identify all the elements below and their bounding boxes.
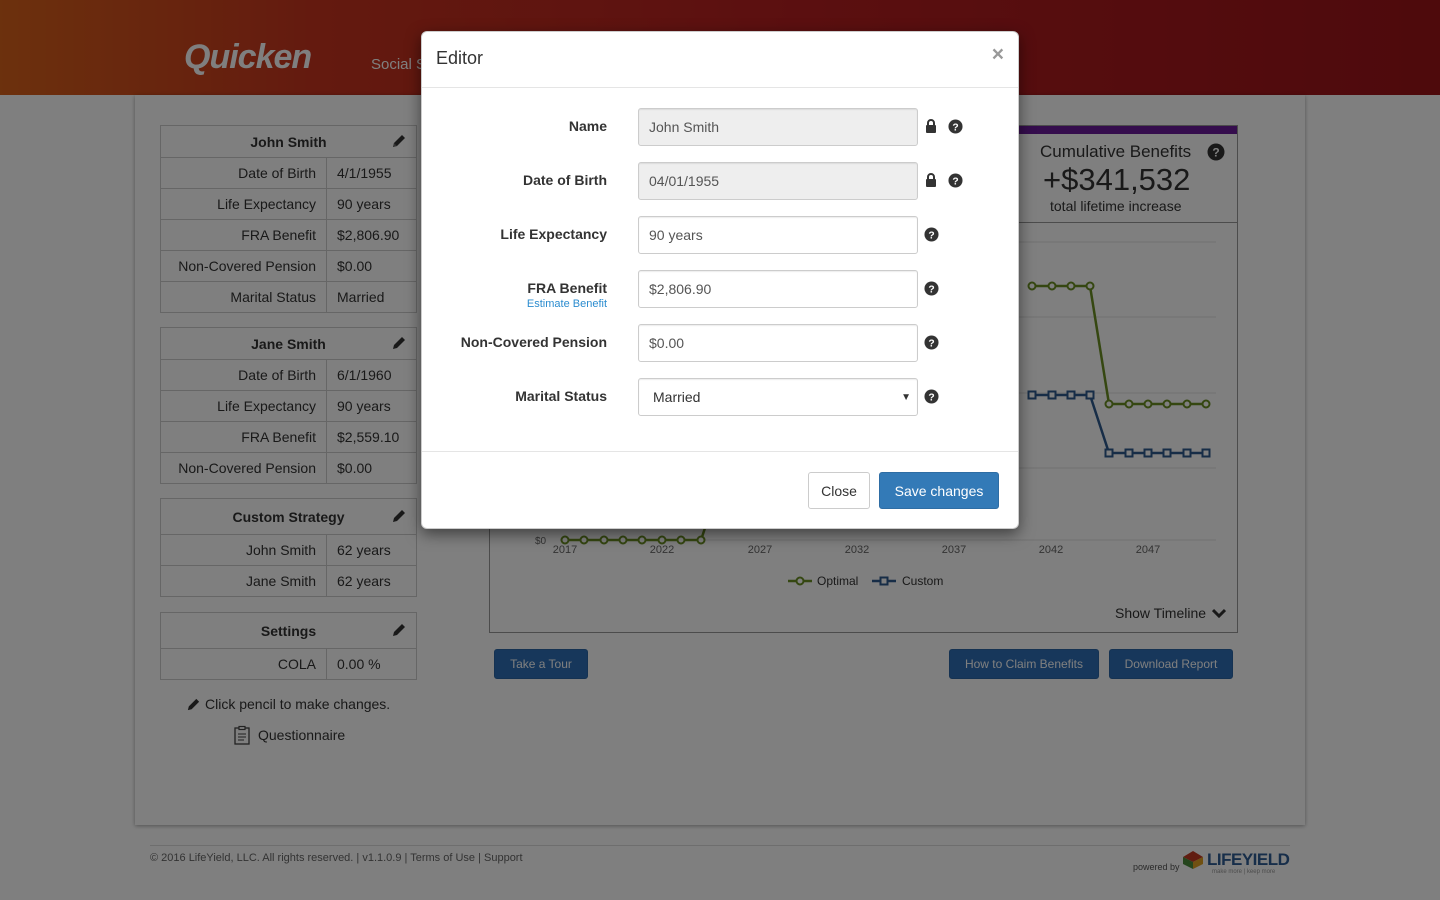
modal-header: Editor × <box>422 32 1018 88</box>
lock-icon <box>926 119 936 133</box>
dob-row: Date of Birth 04/01/1955 ? <box>422 162 1018 200</box>
marital-status-row: Marital Status Married ▼ ? <box>422 378 1018 416</box>
life-expectancy-label: Life Expectancy <box>500 226 607 242</box>
name-label: Name <box>568 118 607 134</box>
modal-title: Editor <box>436 48 484 68</box>
pension-row: Non-Covered Pension $0.00 ? <box>422 324 1018 362</box>
help-icon[interactable]: ? <box>924 389 939 404</box>
help-icon[interactable]: ? <box>924 335 939 350</box>
fra-benefit-label: FRA Benefit <box>527 280 607 296</box>
name-field[interactable]: John Smith <box>638 108 918 146</box>
life-expectancy-field[interactable]: 90 years <box>638 216 918 254</box>
close-icon[interactable]: × <box>992 44 1004 65</box>
save-changes-button[interactable]: Save changes <box>879 472 999 509</box>
svg-text:?: ? <box>928 230 934 241</box>
close-button[interactable]: Close <box>808 472 870 509</box>
fra-benefit-row: FRA Benefit Estimate Benefit $2,806.90 ? <box>422 270 1018 310</box>
marital-status-select[interactable]: Married ▼ <box>638 378 918 416</box>
lock-icon <box>926 173 936 187</box>
modal-footer: Close Save changes <box>422 451 1018 529</box>
marital-status-value: Married <box>653 389 701 405</box>
marital-status-label: Marital Status <box>515 388 607 404</box>
fra-benefit-field[interactable]: $2,806.90 <box>638 270 918 308</box>
editor-modal: Editor × Name John Smith ? Date of Birth… <box>421 31 1019 529</box>
life-expectancy-row: Life Expectancy 90 years ? <box>422 216 1018 254</box>
help-icon[interactable]: ? <box>924 281 939 296</box>
pension-field[interactable]: $0.00 <box>638 324 918 362</box>
name-row: Name John Smith ? <box>422 108 1018 146</box>
svg-text:?: ? <box>928 392 934 403</box>
dob-label: Date of Birth <box>523 172 607 188</box>
help-icon[interactable]: ? <box>948 173 963 188</box>
select-caret-icon: ▼ <box>901 392 911 403</box>
help-icon[interactable]: ? <box>948 119 963 134</box>
svg-text:?: ? <box>928 284 934 295</box>
svg-text:?: ? <box>952 176 958 187</box>
estimate-benefit-link[interactable]: Estimate Benefit <box>527 298 607 310</box>
help-icon[interactable]: ? <box>924 227 939 242</box>
dob-field[interactable]: 04/01/1955 <box>638 162 918 200</box>
svg-text:?: ? <box>928 338 934 349</box>
pension-label: Non-Covered Pension <box>460 334 607 350</box>
svg-text:?: ? <box>952 122 958 133</box>
